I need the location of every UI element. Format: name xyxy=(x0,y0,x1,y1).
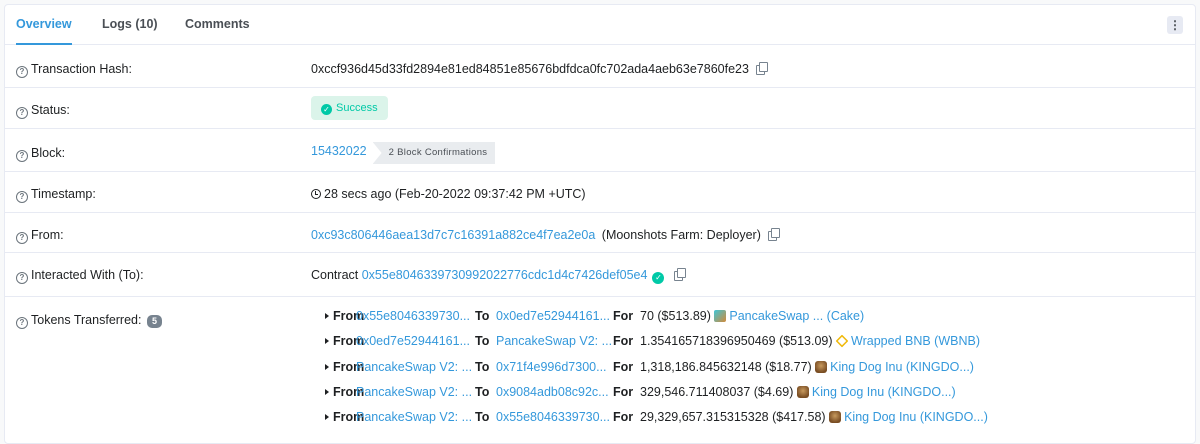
cake-token-icon xyxy=(714,310,727,322)
tab-comments[interactable]: Comments xyxy=(185,5,250,45)
bnb-token-icon xyxy=(835,334,849,348)
more-vertical-icon[interactable]: ⋮ xyxy=(1167,16,1183,34)
transfer-amount: 29,329,657.315315328 ($417.58) King Dog … xyxy=(640,405,988,430)
label-text: Block: xyxy=(31,146,66,160)
transfer-from-link[interactable]: PancakeSwap V2: ... xyxy=(356,380,472,405)
label-timestamp: ? Timestamp: xyxy=(16,187,96,203)
transfer-amount: 329,546.711408037 ($4.69) King Dog Inu (… xyxy=(640,380,956,405)
copy-icon[interactable] xyxy=(755,62,768,75)
label-text: Interacted With (To): xyxy=(31,268,144,282)
value-transaction-hash: 0xccf936d45d33fd2894e81ed84851e85676bdfd… xyxy=(311,62,768,76)
label-block: ? Block: xyxy=(16,146,65,162)
transfer-from-link[interactable]: PancakeSwap V2: ... xyxy=(356,355,472,380)
label-text: From: xyxy=(31,228,64,242)
to-keyword: To xyxy=(475,309,490,323)
to-keyword: To xyxy=(475,360,490,374)
from-name-tag: (Moonshots Farm: Deployer) xyxy=(601,228,761,242)
tab-bar: Overview Logs (10) Comments ⋮ xyxy=(5,5,1195,45)
copy-icon[interactable] xyxy=(674,268,687,281)
help-icon[interactable]: ? xyxy=(16,107,28,119)
help-icon[interactable]: ? xyxy=(16,150,28,162)
help-icon[interactable]: ? xyxy=(16,232,28,244)
row-interacted-with: ? Interacted With (To): Contract 0x55e804… xyxy=(5,253,1195,297)
status-badge: ✓ Success xyxy=(311,96,388,120)
transfer-from-link[interactable]: 0x55e8046339730... xyxy=(356,304,470,329)
block-number-link[interactable]: 15432022 xyxy=(311,144,367,158)
value-status: ✓ Success xyxy=(311,96,388,120)
row-block: ? Block: 15432022 2 Block Confirmations xyxy=(5,129,1195,172)
row-status: ? Status: ✓ Success xyxy=(5,88,1195,129)
clock-icon xyxy=(311,189,321,199)
tab-overview[interactable]: Overview xyxy=(16,5,72,45)
for-keyword: For xyxy=(613,385,634,399)
label-text: Status: xyxy=(31,103,70,117)
transfer-to-link[interactable]: 0x71f4e996d7300... xyxy=(496,355,607,380)
king-dog-token-icon xyxy=(815,361,828,373)
to-keyword: To xyxy=(475,334,490,348)
transfer-amount: 1.354165718396950469 ($513.09) Wrapped B… xyxy=(640,329,980,354)
to-keyword: To xyxy=(475,410,490,424)
transfer-from-link[interactable]: 0x0ed7e52944161... xyxy=(356,329,470,354)
label-tokens-transferred: ? Tokens Transferred: 5 xyxy=(16,313,162,329)
transfer-from-link[interactable]: PancakeSwap V2: ... xyxy=(356,405,472,430)
label-text: Transaction Hash: xyxy=(31,62,132,76)
label-transaction-hash: ? Transaction Hash: xyxy=(16,62,132,78)
verified-check-icon: ✓ xyxy=(652,272,665,284)
token-link[interactable]: King Dog Inu (KINGDO...) xyxy=(812,385,956,399)
token-link[interactable]: Wrapped BNB (WBNB) xyxy=(851,334,980,348)
label-status: ? Status: xyxy=(16,103,70,119)
for-keyword: For xyxy=(613,410,634,424)
confirmations-badge: 2 Block Confirmations xyxy=(372,142,496,164)
value-from: 0xc93c806446aea13d7c7c16391a882ce4f7ea2e… xyxy=(311,228,780,242)
label-text: Timestamp: xyxy=(31,187,96,201)
value-interacted-with: Contract 0x55e8046339730992022776cdc1d4c… xyxy=(311,268,687,284)
transfer-amount: 1,318,186.845632148 ($18.77) King Dog In… xyxy=(640,355,974,380)
help-icon[interactable]: ? xyxy=(16,272,28,284)
amount-text: 29,329,657.315315328 ($417.58) xyxy=(640,410,826,424)
help-icon[interactable]: ? xyxy=(16,317,28,329)
row-tokens-transferred: ? Tokens Transferred: 5 From 0x55e8046339… xyxy=(5,297,1195,437)
token-link[interactable]: King Dog Inu (KINGDO...) xyxy=(844,410,988,424)
transfer-to-link[interactable]: 0x0ed7e52944161... xyxy=(496,304,610,329)
for-keyword: For xyxy=(613,334,634,348)
to-keyword: To xyxy=(475,385,490,399)
value-timestamp: 28 secs ago (Feb-20-2022 09:37:42 PM +UT… xyxy=(311,187,586,201)
amount-text: 329,546.711408037 ($4.69) xyxy=(640,385,794,399)
status-text: Success xyxy=(336,102,378,114)
timestamp-text: 28 secs ago (Feb-20-2022 09:37:42 PM +UT… xyxy=(324,187,586,201)
check-circle-icon: ✓ xyxy=(321,104,332,115)
row-timestamp: ? Timestamp: 28 secs ago (Feb-20-2022 09:… xyxy=(5,172,1195,213)
label-from: ? From: xyxy=(16,228,64,244)
token-link[interactable]: PancakeSwap ... (Cake) xyxy=(729,309,864,323)
king-dog-token-icon xyxy=(829,411,842,423)
label-text: Tokens Transferred: xyxy=(31,313,142,327)
contract-address-link[interactable]: 0x55e8046339730992022776cdc1d4c7426def05… xyxy=(362,268,648,282)
help-icon[interactable]: ? xyxy=(16,191,28,203)
contract-prefix: Contract xyxy=(311,268,359,282)
amount-text: 1.354165718396950469 ($513.09) xyxy=(640,334,833,348)
transfer-to-link[interactable]: PancakeSwap V2: ... xyxy=(496,329,612,354)
for-keyword: For xyxy=(613,360,634,374)
transfer-to-link[interactable]: 0x9084adb08c92c... xyxy=(496,380,609,405)
help-icon[interactable]: ? xyxy=(16,66,28,78)
label-interacted-with: ? Interacted With (To): xyxy=(16,268,144,284)
row-transaction-hash: ? Transaction Hash: 0xccf936d45d33fd2894e… xyxy=(5,45,1195,88)
value-block: 15432022 2 Block Confirmations xyxy=(311,140,496,164)
king-dog-token-icon xyxy=(796,386,809,398)
amount-text: 1,318,186.845632148 ($18.77) xyxy=(640,360,812,374)
transfer-to-link[interactable]: 0x55e8046339730... xyxy=(496,405,610,430)
transaction-hash-text: 0xccf936d45d33fd2894e81ed84851e85676bdfd… xyxy=(311,62,749,76)
amount-text: 70 ($513.89) xyxy=(640,309,711,323)
tab-logs[interactable]: Logs (10) xyxy=(102,5,158,45)
token-count-badge: 5 xyxy=(146,315,162,328)
transaction-card: Overview Logs (10) Comments ⋮ ? Transacti… xyxy=(4,4,1196,444)
transfer-amount: 70 ($513.89) PancakeSwap ... (Cake) xyxy=(640,304,864,329)
for-keyword: For xyxy=(613,309,634,323)
from-address-link[interactable]: 0xc93c806446aea13d7c7c16391a882ce4f7ea2e… xyxy=(311,228,595,242)
row-from: ? From: 0xc93c806446aea13d7c7c16391a882ce… xyxy=(5,213,1195,253)
token-link[interactable]: King Dog Inu (KINGDO...) xyxy=(830,360,974,374)
copy-icon[interactable] xyxy=(767,228,780,241)
